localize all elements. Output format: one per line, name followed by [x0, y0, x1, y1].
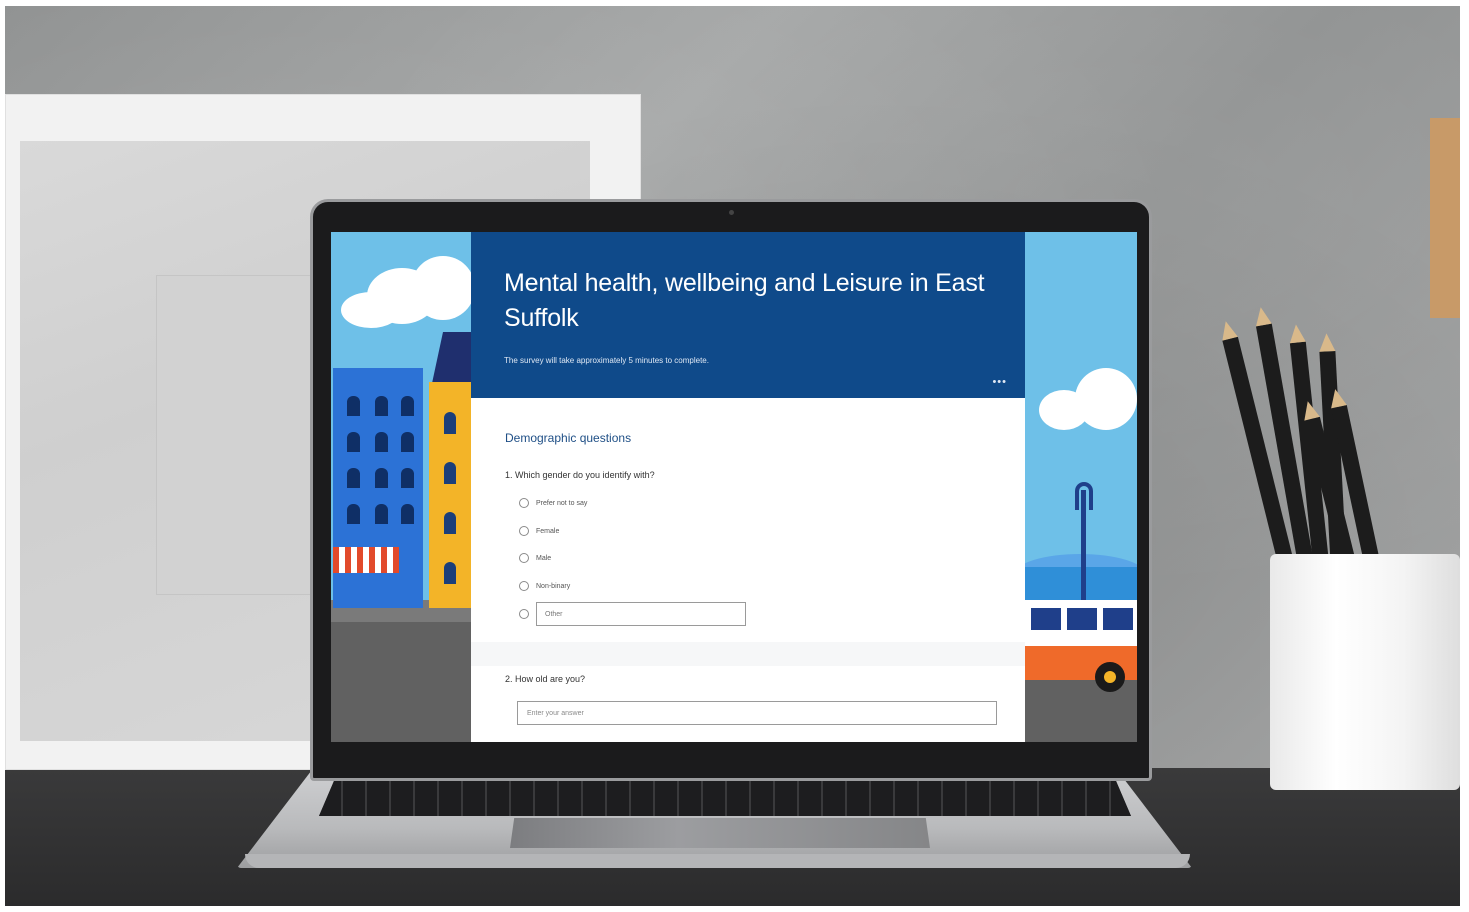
shop-awning — [333, 547, 399, 573]
option-male[interactable]: Male — [519, 553, 551, 563]
question-1-title: 1. Which gender do you identify with? — [505, 470, 655, 480]
radio-button[interactable] — [519, 498, 529, 508]
city-illustration-left — [331, 232, 475, 742]
option-other[interactable]: Other — [519, 602, 746, 626]
pencil-cup — [1270, 554, 1460, 790]
option-label: Non-binary — [536, 582, 571, 590]
laptop-base-edge — [245, 854, 1190, 868]
laptop-screen: Mental health, wellbeing and Leisure in … — [331, 232, 1137, 742]
more-options-icon[interactable]: ••• — [992, 376, 1007, 388]
webcam — [729, 210, 734, 215]
building-roof — [431, 332, 471, 388]
laptop-keyboard — [319, 778, 1131, 816]
option-prefer-not-to-say[interactable]: Prefer not to say — [519, 498, 587, 508]
other-text-field[interactable]: Other — [536, 602, 746, 626]
cloud — [341, 292, 401, 328]
sticky-note — [1430, 118, 1460, 318]
form-subtitle: The survey will take approximately 5 min… — [504, 356, 709, 365]
section-title: Demographic questions — [505, 431, 632, 445]
option-label: Male — [536, 554, 552, 562]
option-non-binary[interactable]: Non-binary — [519, 581, 570, 591]
form-body: Demographic questions 1. Which gender do… — [471, 398, 1025, 742]
street-lamp-pole — [1081, 490, 1086, 600]
road — [331, 622, 471, 742]
cloud — [1075, 368, 1137, 430]
option-label: Female — [536, 527, 560, 535]
city-illustration-right — [1015, 232, 1137, 742]
question-2-title: 2. How old are you? — [505, 674, 586, 684]
form-header: Mental health, wellbeing and Leisure in … — [471, 232, 1025, 398]
yellow-building — [429, 382, 471, 608]
desk-scene: Mental health, wellbeing and Leisure in … — [5, 6, 1460, 906]
pencils — [1222, 311, 1445, 673]
age-answer-field[interactable]: Enter your answer — [517, 701, 997, 725]
bus-wheel-icon — [1095, 662, 1125, 692]
radio-button[interactable] — [519, 553, 529, 563]
laptop-trackpad — [510, 818, 930, 848]
radio-button[interactable] — [519, 609, 529, 619]
option-female[interactable]: Female — [519, 526, 559, 536]
question-divider — [471, 642, 1025, 666]
laptop-lid: Mental health, wellbeing and Leisure in … — [310, 199, 1152, 781]
radio-button[interactable] — [519, 581, 529, 591]
cloud — [411, 256, 475, 320]
survey-form: Mental health, wellbeing and Leisure in … — [471, 232, 1025, 742]
option-label: Prefer not to say — [536, 499, 588, 507]
form-title: Mental health, wellbeing and Leisure in … — [504, 269, 985, 332]
radio-button[interactable] — [519, 526, 529, 536]
